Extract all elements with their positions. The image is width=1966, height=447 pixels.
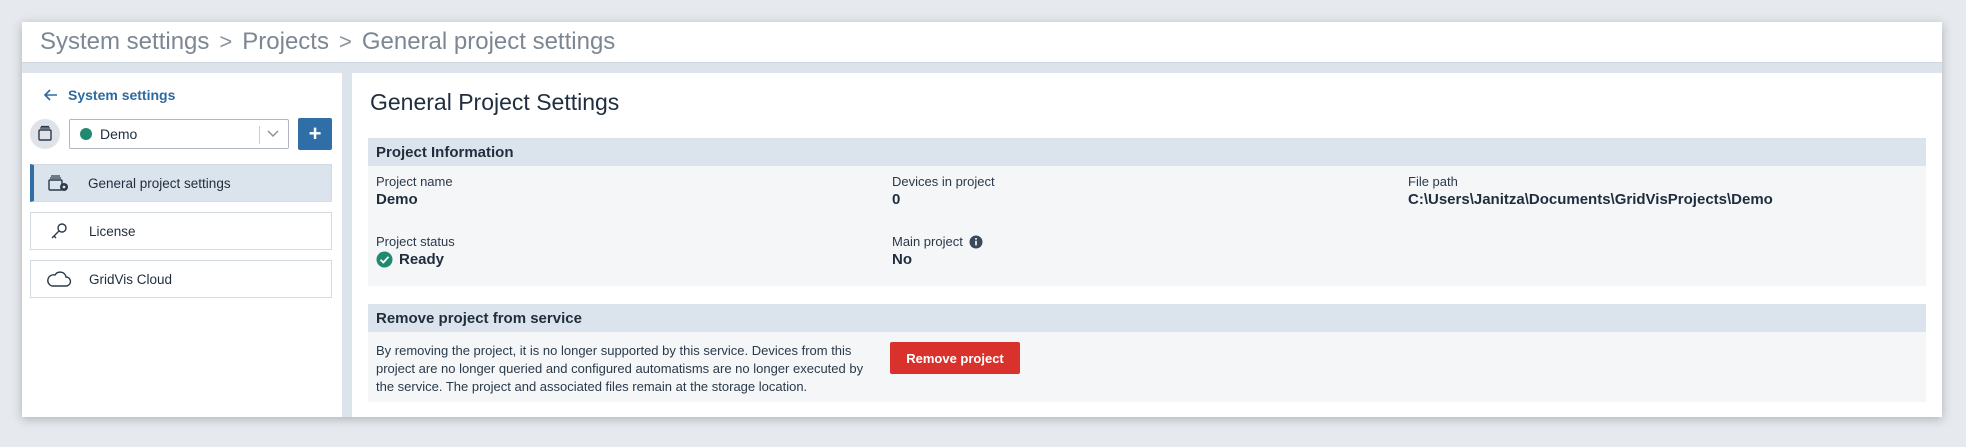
project-status-dot <box>80 128 92 140</box>
sidebar-item-license[interactable]: License <box>30 212 332 250</box>
field-value: C:\Users\Janitza\Documents\GridVisProjec… <box>1408 191 1773 208</box>
status-text: Ready <box>399 251 445 268</box>
back-link[interactable]: System settings <box>44 87 175 103</box>
remove-project-button[interactable]: Remove project <box>890 342 1020 374</box>
main-panel: General Project Settings Project Informa… <box>352 73 1942 417</box>
sidebar-item-general-project-settings[interactable]: General project settings <box>30 164 332 202</box>
field-value: No <box>892 251 912 268</box>
breadcrumb-item-system-settings[interactable]: System settings <box>40 28 209 56</box>
info-icon[interactable] <box>969 235 983 249</box>
add-project-button[interactable]: + <box>298 118 332 150</box>
app-window: System settings > Projects > General pro… <box>22 22 1942 417</box>
field-label: File path <box>1408 174 1458 189</box>
breadcrumb-separator: > <box>219 29 233 54</box>
breadcrumb-item-projects[interactable]: Projects <box>242 28 329 56</box>
project-select-value: Demo <box>100 126 138 142</box>
section-header: Remove project from service <box>368 304 1926 332</box>
sidebar: System settings Demo + General project s… <box>22 73 342 417</box>
remove-description-line: project are no longer queried and config… <box>376 361 864 376</box>
devices-in-project-field: Devices in project 0 <box>892 174 995 208</box>
cloud-icon <box>45 270 73 288</box>
field-value: 0 <box>892 191 901 208</box>
main-project-field: Main project No <box>892 234 983 268</box>
section-header: Project Information <box>368 138 1926 166</box>
key-icon <box>45 222 73 240</box>
field-label: Project status <box>376 234 455 249</box>
project-selector-row: Demo + <box>30 118 334 150</box>
sidebar-item-label: GridVis Cloud <box>89 271 173 287</box>
project-settings-icon <box>44 174 72 192</box>
main-project-label: Main project <box>892 234 963 249</box>
field-label: Main project <box>892 234 983 249</box>
project-select[interactable]: Demo <box>69 119 289 149</box>
file-path-field: File path C:\Users\Janitza\Documents\Gri… <box>1408 174 1773 208</box>
field-label: Devices in project <box>892 174 995 189</box>
project-name-field: Project name Demo <box>376 174 453 208</box>
field-value: Ready <box>376 251 455 268</box>
back-link-label: System settings <box>68 87 176 103</box>
chevron-down-icon <box>267 130 279 138</box>
project-stack-icon <box>30 119 60 149</box>
remove-description-line: By removing the project, it is no longer… <box>376 343 852 358</box>
sidebar-item-label: General project settings <box>88 175 231 191</box>
sidebar-item-label: License <box>89 223 136 239</box>
sidebar-item-gridvis-cloud[interactable]: GridVis Cloud <box>30 260 332 298</box>
breadcrumb-separator: > <box>338 29 352 54</box>
remove-project-section: Remove project from service By removing … <box>368 304 1926 402</box>
remove-description: By removing the project, it is no longer… <box>376 342 876 396</box>
project-status-field: Project status Ready <box>376 234 455 268</box>
field-value: Demo <box>376 191 418 208</box>
arrow-left-icon <box>44 89 57 101</box>
project-information-section: Project Information Project name Demo De… <box>368 138 1926 286</box>
remove-description-line: the service. The project and associated … <box>376 379 808 394</box>
check-circle-icon <box>376 251 393 268</box>
select-divider <box>259 126 260 144</box>
breadcrumb: System settings > Projects > General pro… <box>22 22 1942 63</box>
breadcrumb-item-current: General project settings <box>361 28 616 55</box>
page-title: General Project Settings <box>370 89 620 115</box>
field-label: Project name <box>376 174 453 189</box>
